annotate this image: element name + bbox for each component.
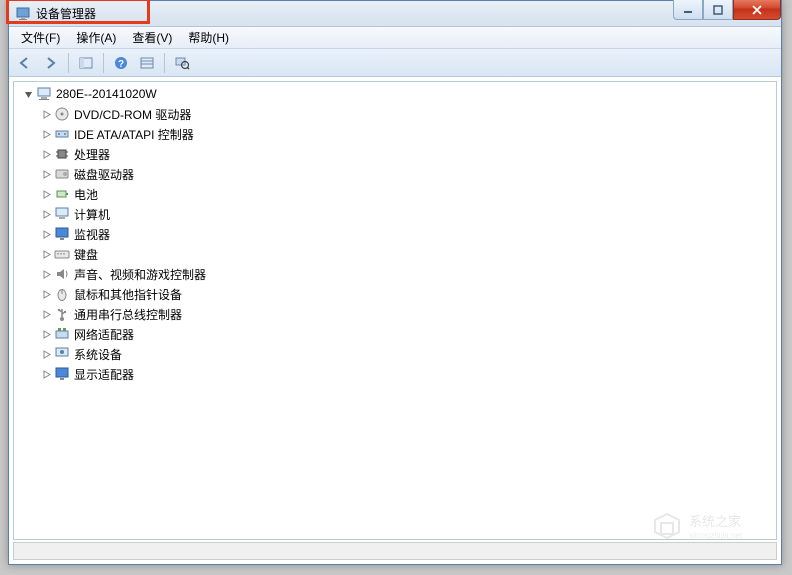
close-button[interactable] (733, 0, 781, 20)
expand-icon[interactable] (40, 248, 52, 260)
tree-node-label: DVD/CD-ROM 驱动器 (74, 106, 191, 123)
display-icon (54, 366, 70, 382)
expand-icon[interactable] (40, 288, 52, 300)
collapse-icon[interactable] (22, 88, 34, 100)
battery-icon (54, 186, 70, 202)
tree-node-label: 处理器 (74, 146, 110, 163)
expand-icon[interactable] (40, 268, 52, 280)
disc-icon (54, 106, 70, 122)
back-button[interactable] (13, 51, 37, 75)
tree-node-label: 声音、视频和游戏控制器 (74, 266, 206, 283)
tree-node[interactable]: 电池 (18, 184, 776, 204)
tree-node-label: IDE ATA/ATAPI 控制器 (74, 126, 194, 143)
menu-action[interactable]: 操作(A) (68, 26, 124, 49)
system-icon (54, 346, 70, 362)
show-hide-console-button[interactable] (74, 51, 98, 75)
sound-icon (54, 266, 70, 282)
tree-node-label: 系统设备 (74, 346, 122, 363)
expand-icon[interactable] (40, 108, 52, 120)
expand-icon[interactable] (40, 148, 52, 160)
tree-node-label: 网络适配器 (74, 326, 134, 343)
tree-node[interactable]: IDE ATA/ATAPI 控制器 (18, 124, 776, 144)
toolbar-separator (68, 53, 69, 73)
expand-icon[interactable] (40, 188, 52, 200)
tree-node-label: 磁盘驱动器 (74, 166, 134, 183)
tree-node-label: 计算机 (74, 206, 110, 223)
tree-node[interactable]: 监视器 (18, 224, 776, 244)
tree-node[interactable]: 显示适配器 (18, 364, 776, 384)
device-manager-window: 设备管理器 文件(F) 操作(A) 查看(V) 帮助(H) (8, 0, 782, 565)
tree-node[interactable]: 计算机 (18, 204, 776, 224)
expand-icon[interactable] (40, 348, 52, 360)
toolbar-separator (103, 53, 104, 73)
device-tree: 280E--20141020W DVD/CD-ROM 驱动器 IDE ATA/AT… (18, 84, 776, 384)
tree-node[interactable]: DVD/CD-ROM 驱动器 (18, 104, 776, 124)
tree-node-label: 通用串行总线控制器 (74, 306, 182, 323)
keyboard-icon (54, 246, 70, 262)
menu-help[interactable]: 帮助(H) (180, 26, 237, 49)
expand-icon[interactable] (40, 208, 52, 220)
ide-icon (54, 126, 70, 142)
usb-icon (54, 306, 70, 322)
tree-node-label: 显示适配器 (74, 366, 134, 383)
tree-node-label: 电池 (74, 186, 98, 203)
toolbar-separator (164, 53, 165, 73)
expand-icon[interactable] (40, 368, 52, 380)
tree-node-label: 键盘 (74, 246, 98, 263)
expand-icon[interactable] (40, 308, 52, 320)
expand-icon[interactable] (40, 328, 52, 340)
tree-node[interactable]: 键盘 (18, 244, 776, 264)
expand-icon[interactable] (40, 168, 52, 180)
titlebar[interactable]: 设备管理器 (9, 1, 781, 27)
disk-icon (54, 166, 70, 182)
tree-node[interactable]: 声音、视频和游戏控制器 (18, 264, 776, 284)
tree-node[interactable]: 处理器 (18, 144, 776, 164)
tree-root-node[interactable]: 280E--20141020W (18, 84, 776, 104)
scan-hardware-button[interactable] (170, 51, 194, 75)
menu-view[interactable]: 查看(V) (124, 26, 180, 49)
statusbar (13, 542, 777, 560)
monitor-icon (54, 226, 70, 242)
properties-button[interactable] (135, 51, 159, 75)
network-icon (54, 326, 70, 342)
tree-root-label: 280E--20141020W (56, 87, 157, 101)
menubar: 文件(F) 操作(A) 查看(V) 帮助(H) (9, 27, 781, 49)
toolbar: ? (9, 49, 781, 77)
tree-node-label: 监视器 (74, 226, 110, 243)
tree-node[interactable]: 磁盘驱动器 (18, 164, 776, 184)
svg-text:?: ? (118, 59, 124, 70)
menu-file[interactable]: 文件(F) (13, 26, 68, 49)
expand-icon[interactable] (40, 128, 52, 140)
device-tree-pane[interactable]: 280E--20141020W DVD/CD-ROM 驱动器 IDE ATA/AT… (13, 81, 777, 540)
tree-node[interactable]: 通用串行总线控制器 (18, 304, 776, 324)
tree-node[interactable]: 鼠标和其他指针设备 (18, 284, 776, 304)
cpu-icon (54, 146, 70, 162)
app-icon (15, 6, 31, 22)
mouse-icon (54, 286, 70, 302)
minimize-button[interactable] (673, 0, 703, 20)
computer-icon (54, 206, 70, 222)
computer-icon (36, 86, 52, 102)
maximize-button[interactable] (703, 0, 733, 20)
help-button[interactable]: ? (109, 51, 133, 75)
window-title: 设备管理器 (36, 5, 96, 22)
tree-node[interactable]: 网络适配器 (18, 324, 776, 344)
tree-node-label: 鼠标和其他指针设备 (74, 286, 182, 303)
expand-icon[interactable] (40, 228, 52, 240)
tree-node[interactable]: 系统设备 (18, 344, 776, 364)
forward-button[interactable] (39, 51, 63, 75)
